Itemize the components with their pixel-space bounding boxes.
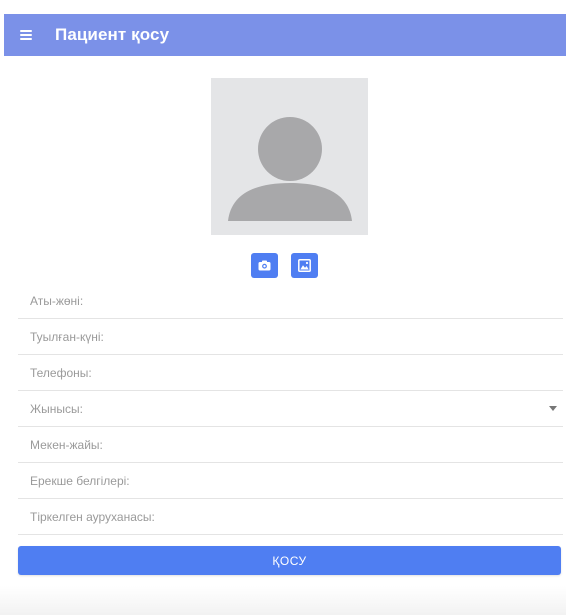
gender-select[interactable]: Жынысы: (18, 391, 563, 427)
add-patient-button[interactable]: ҚОСУ (18, 546, 561, 575)
birth-date-field[interactable]: Туылған-күні: (18, 319, 563, 355)
phone-field[interactable]: Телефоны: (18, 355, 563, 391)
app-bar: Пациент қосу (4, 14, 566, 56)
special-marks-field[interactable]: Ерекше белгілері: (18, 463, 563, 499)
choose-from-gallery-button[interactable] (291, 253, 318, 278)
photo-actions (251, 253, 318, 278)
user-avatar-icon (211, 78, 368, 235)
full-name-label: Аты-жөні: (30, 293, 84, 308)
take-photo-button[interactable] (251, 253, 278, 278)
gender-label: Жынысы: (30, 401, 83, 416)
page-title: Пациент қосу (55, 25, 170, 44)
special-marks-label: Ерекше белгілері: (30, 473, 130, 488)
address-label: Мекен-жайы: (30, 437, 103, 452)
registered-hospital-label: Тіркелген ауруханасы: (30, 509, 155, 524)
gallery-icon (298, 259, 311, 272)
menu-icon[interactable] (20, 30, 32, 40)
full-name-field[interactable]: Аты-жөні: (18, 283, 563, 319)
birth-date-label: Туылған-күні: (30, 329, 104, 344)
profile-photo-placeholder (211, 78, 368, 235)
registered-hospital-field[interactable]: Тіркелген ауруханасы: (18, 499, 563, 535)
bottom-area (0, 586, 566, 615)
phone-label: Телефоны: (30, 365, 92, 380)
camera-icon (258, 260, 271, 271)
address-field[interactable]: Мекен-жайы: (18, 427, 563, 463)
chevron-down-icon (549, 406, 557, 411)
app-root: Пациент қосу Аты-жөні: Туылған-күні: Тел… (0, 0, 566, 615)
